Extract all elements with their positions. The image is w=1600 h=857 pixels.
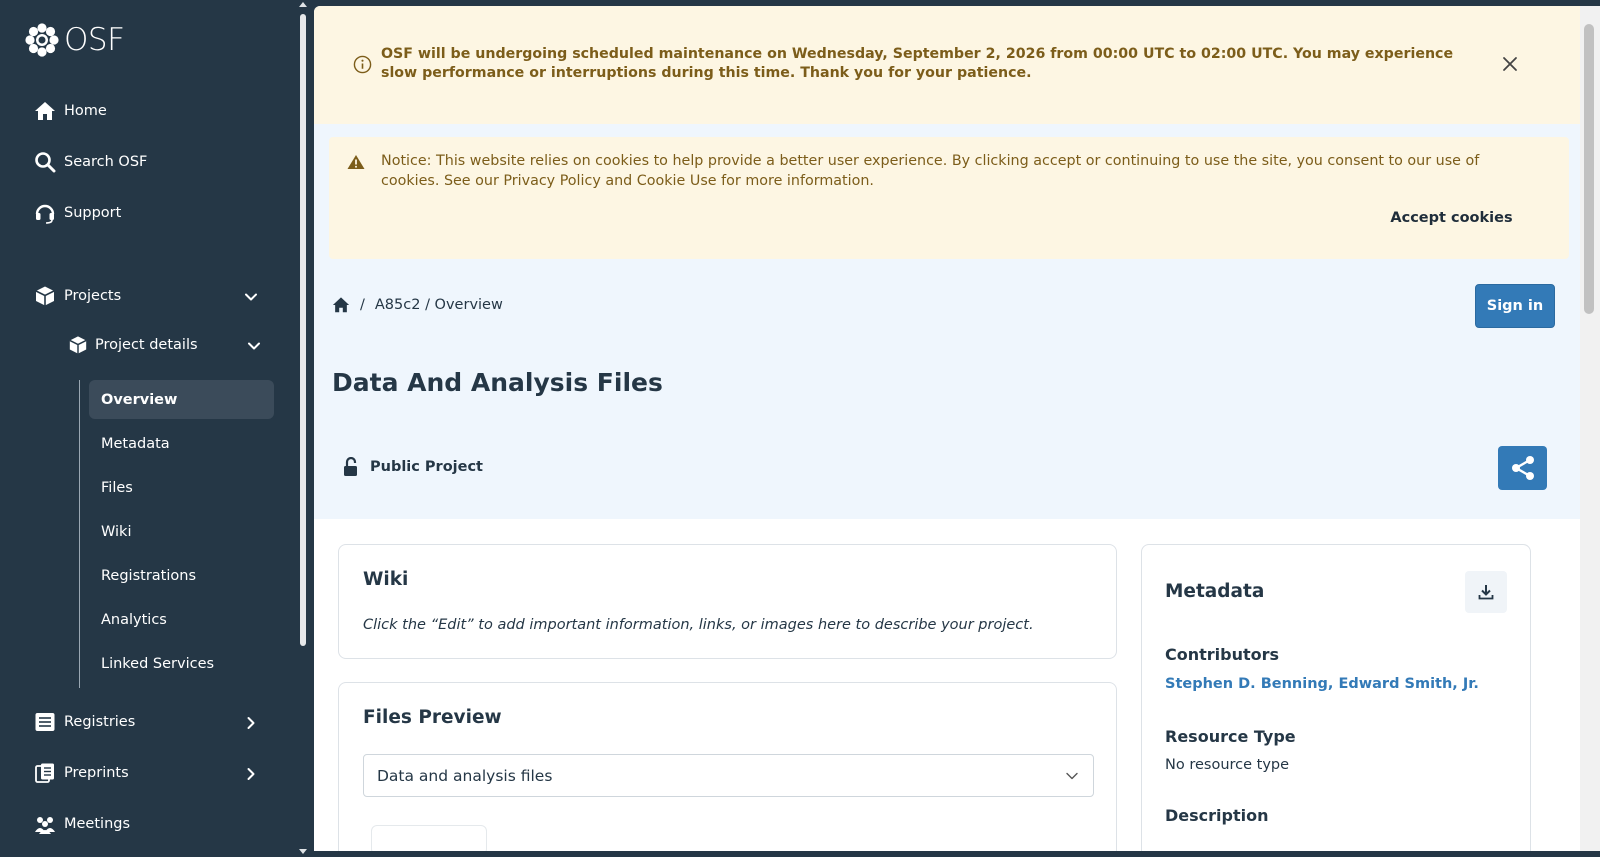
nav-project-details[interactable]: Project details — [68, 330, 198, 360]
meetings-icon — [35, 817, 55, 834]
nav-meetings[interactable]: Meetings — [34, 809, 130, 839]
nav-search[interactable]: Search OSF — [34, 147, 147, 177]
breadcrumb-path[interactable]: A85c2 / Overview — [375, 297, 503, 313]
home-icon[interactable] — [332, 296, 350, 314]
resource-type-value: No resource type — [1165, 757, 1290, 773]
sidebar-item-overview[interactable]: Overview — [89, 380, 274, 419]
metadata-title: Metadata — [1165, 581, 1265, 602]
sign-in-button[interactable]: Sign in — [1475, 284, 1555, 328]
files-provider-select[interactable]: Data and analysis files — [363, 754, 1094, 797]
sidebar-scroll-thumb[interactable] — [300, 14, 306, 646]
sidebar: OSF Home Search OSF Support Projects Pro… — [0, 0, 296, 857]
main-scroll-thumb[interactable] — [1584, 24, 1594, 314]
main-scrollbar[interactable] — [1580, 6, 1600, 851]
nav-search-label: Search OSF — [64, 154, 148, 170]
cookie-message: Notice: This website relies on cookies t… — [381, 153, 1480, 189]
main-content: OSF will be undergoing scheduled mainten… — [314, 6, 1580, 851]
maintenance-banner: OSF will be undergoing scheduled mainten… — [314, 6, 1580, 124]
visibility-label: Public Project — [370, 459, 483, 475]
sidebar-item-metadata[interactable]: Metadata — [89, 424, 274, 463]
sidebar-item-linked-services[interactable]: Linked Services — [89, 644, 274, 683]
wiki-card: Wiki Click the “Edit” to add important i… — [338, 544, 1117, 659]
scroll-down-arrow[interactable] — [299, 849, 307, 854]
chevron-right-icon[interactable] — [243, 715, 259, 731]
nav-support-label: Support — [64, 205, 122, 221]
headset-icon — [35, 204, 55, 224]
warning-icon — [347, 155, 365, 169]
sidebar-item-wiki[interactable]: Wiki — [89, 512, 274, 551]
nav-projects[interactable]: Projects — [34, 281, 262, 311]
home-icon — [35, 102, 55, 120]
metadata-card: Metadata Contributors Stephen D. Benning… — [1141, 544, 1531, 851]
chevron-down-icon[interactable] — [246, 338, 262, 354]
nav-preprints-label: Preprints — [64, 765, 129, 781]
cube-icon — [69, 336, 87, 354]
nav-projects-label: Projects — [64, 288, 122, 304]
nav-home-label: Home — [64, 103, 107, 119]
nav-meetings-label: Meetings — [64, 816, 131, 832]
cube-icon — [35, 286, 55, 306]
files-toolbar-button[interactable] — [371, 825, 487, 851]
wiki-title: Wiki — [363, 569, 409, 590]
nav-registries[interactable]: Registries — [34, 707, 135, 737]
sidebar-item-analytics[interactable]: Analytics — [89, 600, 274, 639]
osf-logo[interactable]: OSF — [24, 22, 125, 58]
nav-preprints[interactable]: Preprints — [34, 758, 129, 788]
osf-logo-icon — [25, 23, 59, 57]
chevron-down-icon — [1066, 772, 1078, 780]
nav-home[interactable]: Home — [34, 96, 107, 126]
wiki-placeholder: Click the “Edit” to add important inform… — [363, 617, 1034, 633]
resource-type-label: Resource Type — [1165, 727, 1296, 746]
download-metadata-button[interactable] — [1465, 571, 1507, 613]
search-icon — [35, 152, 56, 173]
nav-project-details-label: Project details — [95, 337, 198, 353]
share-button[interactable] — [1498, 446, 1547, 490]
visibility-badge: Public Project — [342, 457, 483, 477]
accept-cookies-button[interactable]: Accept cookies — [1389, 203, 1514, 233]
close-icon[interactable] — [1502, 56, 1518, 72]
breadcrumb: / A85c2 / Overview — [332, 296, 503, 314]
registries-icon — [35, 713, 55, 731]
nav-support[interactable]: Support — [34, 198, 121, 228]
chevron-right-icon[interactable] — [243, 766, 259, 782]
scroll-up-arrow[interactable] — [299, 2, 307, 7]
files-preview-title: Files Preview — [363, 707, 502, 728]
cookie-notice: Notice: This website relies on cookies t… — [329, 137, 1569, 259]
unlock-icon — [344, 457, 357, 476]
nav-registries-label: Registries — [64, 714, 136, 730]
info-icon — [353, 55, 372, 74]
sidebar-item-files[interactable]: Files — [89, 468, 274, 507]
share-icon — [1511, 456, 1534, 480]
breadcrumb-separator: / — [360, 297, 365, 313]
osf-logo-text: OSF — [64, 22, 125, 58]
contributors-list[interactable]: Stephen D. Benning, Edward Smith, Jr. — [1165, 676, 1479, 692]
contributors-label: Contributors — [1165, 645, 1280, 664]
page-title: Data And Analysis Files — [332, 368, 663, 397]
tree-line — [79, 380, 80, 688]
preprints-icon — [35, 763, 54, 783]
files-preview-card: Files Preview Data and analysis files — [338, 682, 1117, 851]
download-icon — [1478, 585, 1494, 600]
files-provider-value: Data and analysis files — [377, 766, 553, 785]
sidebar-item-registrations[interactable]: Registrations — [89, 556, 274, 595]
maintenance-message: OSF will be undergoing scheduled mainten… — [381, 46, 1454, 81]
chevron-down-icon[interactable] — [243, 289, 259, 305]
description-label: Description — [1165, 806, 1269, 825]
sidebar-scrollbar[interactable] — [298, 0, 308, 857]
